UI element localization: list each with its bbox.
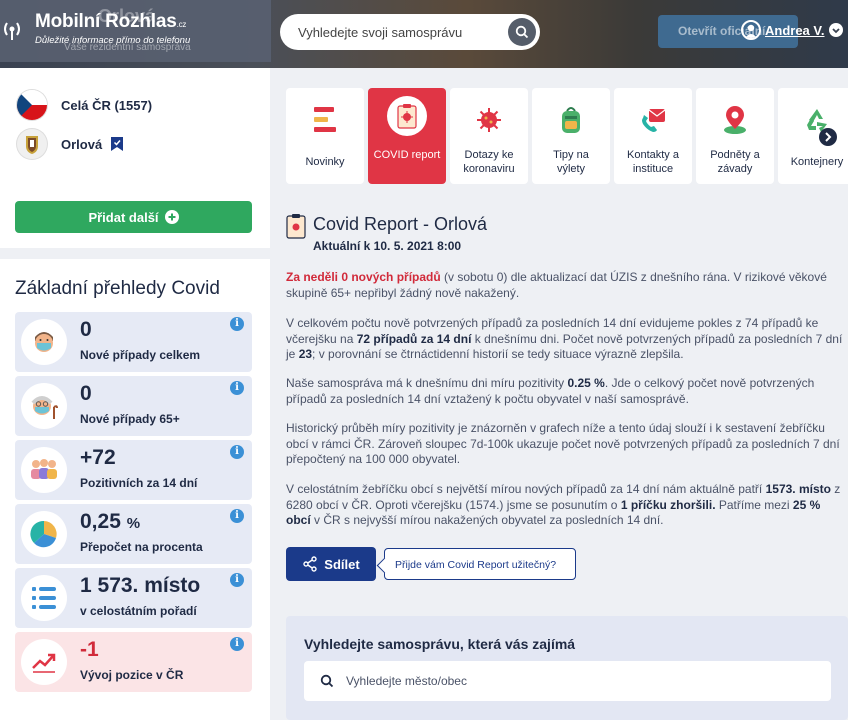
share-label: Sdílet	[324, 556, 360, 572]
tile-label: Novinky	[305, 156, 345, 168]
tile-trip-tips[interactable]: Tipy na výlety	[532, 88, 610, 184]
search-icon	[320, 674, 334, 688]
section-tiles: Novinky COVID report Dotazy ke koronavir…	[286, 88, 848, 184]
trend-chart-icon	[21, 639, 67, 685]
stat-new-cases-total[interactable]: 0 Nové případy celkem i	[15, 312, 252, 372]
info-icon[interactable]: i	[230, 509, 244, 523]
stat-value: 1 573. místo	[80, 574, 201, 597]
tile-reports[interactable]: Podněty a závady	[696, 88, 774, 184]
map-pin-icon	[715, 100, 755, 140]
search-field-wrapper	[304, 661, 831, 701]
search-section-title: Vyhledejte samosprávu, která vás zajímá	[304, 636, 576, 652]
report-paragraph-4: Historický průběh míry pozitivity je zná…	[286, 421, 840, 466]
backpack-icon	[551, 100, 591, 140]
stat-positive-14-days[interactable]: +72 Pozitivních za 14 dní i	[15, 440, 252, 500]
stat-label: Přepočet na procenta	[80, 540, 203, 554]
masked-person-icon	[21, 319, 67, 365]
stat-value: 0,25 %	[80, 510, 141, 533]
pie-chart-icon	[21, 511, 67, 557]
brand-tagline: Důležité informace přímo do telefonu	[35, 35, 191, 46]
bookmark-icon[interactable]	[110, 136, 124, 152]
chevron-right-icon	[825, 132, 832, 142]
feedback-prompt[interactable]: Přijde vám Covid Report užitečný?	[384, 548, 576, 580]
info-icon[interactable]: i	[230, 573, 244, 587]
tile-label: Podněty a závady	[710, 149, 760, 175]
tile-containers[interactable]: Kontejnery	[778, 88, 848, 184]
tile-coronavirus-questions[interactable]: Dotazy ke koronaviru	[450, 88, 528, 184]
search-icon	[515, 25, 529, 39]
chevron-down-icon	[828, 23, 843, 37]
tile-label: Kontakty a instituce	[627, 149, 679, 175]
add-place-label: Přidat další	[88, 209, 159, 225]
stat-value: -1	[80, 638, 99, 661]
people-group-icon	[21, 447, 67, 493]
broadcast-icon	[4, 22, 20, 40]
czech-flag-icon	[17, 90, 47, 120]
report-clipboard-icon	[286, 214, 306, 239]
report-paragraph-5: V celostátním žebříčku obcí s největší m…	[286, 482, 841, 527]
user-avatar-icon	[741, 20, 761, 40]
tile-contacts[interactable]: Kontakty a instituce	[614, 88, 692, 184]
covid-overview-card: Základní přehledy Covid 0 Nové případy c…	[0, 259, 270, 720]
report-paragraph-2: V celkovém počtu nově potvrzených případ…	[286, 316, 843, 361]
share-icon	[303, 556, 317, 572]
elderly-masked-person-icon	[21, 383, 67, 429]
stat-label: Pozitivních za 14 dní	[80, 476, 198, 490]
top-search	[280, 14, 540, 50]
user-name: Andrea V.	[765, 22, 825, 38]
stat-new-cases-65plus[interactable]: 0 Nové případy 65+ i	[15, 376, 252, 436]
tile-label: Dotazy ke koronaviru	[463, 149, 515, 175]
tile-label: Kontejnery	[790, 156, 844, 168]
tile-label: COVID report	[373, 149, 441, 161]
stat-label: Nové případy celkem	[80, 348, 201, 362]
city-search-input[interactable]	[346, 674, 746, 688]
place-item-czech-republic[interactable]: Celá ČR (1557)	[17, 90, 152, 120]
stat-label: Nové případy 65+	[80, 412, 180, 426]
add-place-button[interactable]: Přidat další	[15, 201, 252, 233]
contacts-icon	[633, 100, 673, 140]
tile-label: Tipy na výlety	[553, 149, 589, 175]
municipality-search-input[interactable]	[298, 24, 508, 40]
user-menu[interactable]: Andrea V.	[741, 20, 843, 40]
info-icon[interactable]: i	[230, 381, 244, 395]
stat-national-ranking[interactable]: 1 573. místo v celostátním pořadí i	[15, 568, 252, 628]
orlova-coat-of-arms-icon	[17, 129, 47, 159]
news-icon	[305, 100, 345, 140]
covid-report-icon	[387, 96, 427, 136]
plus-circle-icon	[164, 210, 179, 224]
top-header: Orlová Váše rezidentní samospráva Mobiln…	[0, 0, 848, 68]
stat-value: 0	[80, 382, 92, 405]
tiles-next-button[interactable]	[819, 128, 837, 146]
stat-label: Vývoj pozice v ČR	[80, 668, 184, 682]
place-label: Orlová	[61, 136, 103, 152]
virus-icon	[469, 100, 509, 140]
stat-value: +72	[80, 446, 116, 469]
report-title: Covid Report - Orlová	[313, 214, 488, 234]
stat-percentage[interactable]: 0,25 % Přepočet na procenta i	[15, 504, 252, 564]
tile-covid-report[interactable]: COVID report	[368, 88, 446, 184]
covid-overview-title: Základní přehledy Covid	[15, 278, 220, 299]
report-paragraph-3: Naše samospráva má k dnešnímu dni míru p…	[286, 376, 815, 406]
places-card: Celá ČR (1557) Orlová Přidat další	[0, 68, 270, 248]
stat-value: 0	[80, 318, 92, 341]
info-icon[interactable]: i	[230, 317, 244, 331]
stat-label: v celostátním pořadí	[80, 604, 197, 618]
report-paragraph-1: Za neděli 0 nových případů (v sobotu 0) …	[286, 270, 827, 300]
search-button[interactable]	[508, 18, 536, 46]
info-icon[interactable]: i	[230, 637, 244, 651]
stat-ranking-change[interactable]: -1 Vývoj pozice v ČR i	[15, 632, 252, 692]
info-icon[interactable]: i	[230, 445, 244, 459]
brand-logo[interactable]: Mobilní Rozhlas.cz	[35, 11, 186, 33]
tile-news[interactable]: Novinky	[286, 88, 364, 184]
ranking-list-icon	[21, 575, 67, 621]
share-button[interactable]: Sdílet	[286, 547, 376, 581]
place-item-orlova[interactable]: Orlová	[17, 129, 124, 159]
report-date: Aktuální k 10. 5. 2021 8:00	[313, 239, 462, 253]
place-label: Celá ČR (1557)	[61, 97, 153, 113]
municipality-search-section: Vyhledejte samosprávu, která vás zajímá	[286, 616, 848, 720]
